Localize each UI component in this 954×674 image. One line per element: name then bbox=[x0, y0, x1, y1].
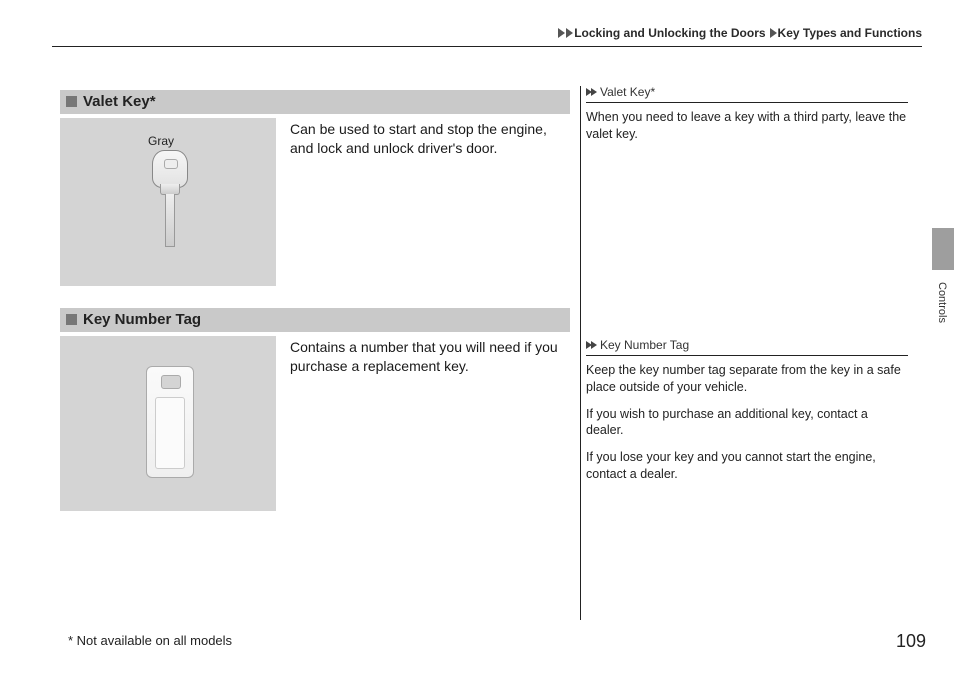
tag-icon bbox=[146, 366, 194, 478]
key-blade-icon bbox=[165, 194, 175, 247]
note-title: Key Number Tag bbox=[600, 338, 689, 352]
section-body: Gray Can be used to start and stop the e… bbox=[60, 118, 570, 286]
triangle-right-icon bbox=[770, 28, 777, 38]
section-text: Contains a number that you will need if … bbox=[290, 336, 570, 376]
section-tab-label: Controls bbox=[936, 282, 948, 323]
notes-column: Valet Key* When you need to leave a key … bbox=[586, 85, 908, 493]
crumb-2: Key Types and Functions bbox=[778, 26, 922, 40]
tag-hole-icon bbox=[161, 375, 181, 389]
triangle-right-icon bbox=[566, 28, 573, 38]
manual-page: Locking and Unlocking the Doors Key Type… bbox=[0, 0, 954, 674]
section-title: Valet Key* bbox=[83, 93, 156, 110]
note-block: Key Number Tag Keep the key number tag s… bbox=[586, 338, 908, 483]
tag-inner-icon bbox=[155, 397, 185, 469]
section-text: Can be used to start and stop the engine… bbox=[290, 118, 570, 158]
note-heading: Valet Key* bbox=[586, 85, 908, 103]
page-number: 109 bbox=[896, 631, 926, 652]
key-tag-illustration bbox=[60, 336, 276, 511]
main-column: Valet Key* Gray Can be used to start and… bbox=[60, 90, 570, 533]
note-title: Valet Key* bbox=[600, 85, 655, 99]
section-heading-valet-key: Valet Key* bbox=[60, 90, 570, 114]
note-heading: Key Number Tag bbox=[586, 338, 908, 356]
illustration-label: Gray bbox=[148, 134, 174, 148]
valet-key-illustration: Gray bbox=[60, 118, 276, 286]
note-paragraph: Keep the key number tag separate from th… bbox=[586, 362, 908, 396]
section-heading-key-number-tag: Key Number Tag bbox=[60, 308, 570, 332]
square-bullet-icon bbox=[66, 314, 77, 325]
triangle-right-icon bbox=[558, 28, 565, 38]
note-paragraph: If you lose your key and you cannot star… bbox=[586, 449, 908, 483]
triangle-right-icon bbox=[591, 88, 597, 96]
note-block: Valet Key* When you need to leave a key … bbox=[586, 85, 908, 143]
breadcrumb: Locking and Unlocking the Doors Key Type… bbox=[558, 26, 922, 40]
note-text: When you need to leave a key with a thir… bbox=[586, 109, 908, 143]
section-tab bbox=[932, 228, 954, 270]
crumb-1: Locking and Unlocking the Doors bbox=[574, 26, 765, 40]
section-body: Contains a number that you will need if … bbox=[60, 336, 570, 511]
section-title: Key Number Tag bbox=[83, 311, 201, 328]
header-rule bbox=[52, 46, 922, 47]
column-divider bbox=[580, 86, 581, 620]
note-paragraph: If you wish to purchase an additional ke… bbox=[586, 406, 908, 440]
key-head-icon bbox=[152, 150, 188, 188]
footnote: * Not available on all models bbox=[68, 633, 232, 648]
triangle-right-icon bbox=[591, 341, 597, 349]
square-bullet-icon bbox=[66, 96, 77, 107]
note-text: Keep the key number tag separate from th… bbox=[586, 362, 908, 483]
